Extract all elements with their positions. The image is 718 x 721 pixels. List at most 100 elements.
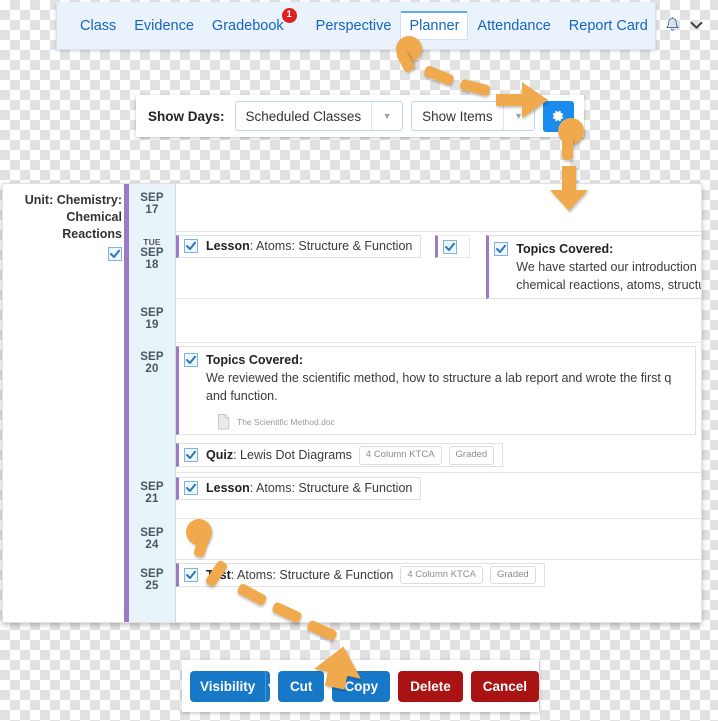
show-days-select[interactable]: Scheduled Classes ▼ <box>234 101 404 131</box>
unit-title: Unit: Chemistry: Chemical Reactions <box>24 193 122 241</box>
planner-item-label: Lesson: Atoms: Structure & Function <box>206 481 413 496</box>
planner-item-test[interactable]: Test: Atoms: Structure & Function 4 Colum… <box>176 563 545 587</box>
planner-item-lesson[interactable]: Lesson: Atoms: Structure & Function <box>176 477 422 500</box>
nav-tab-evidence[interactable]: Evidence <box>125 12 203 40</box>
planner-filter-toolbar: Show Days: Scheduled Classes ▼ Show Item… <box>136 95 584 137</box>
chevron-down-icon[interactable] <box>690 17 703 35</box>
planner-item-type: Lesson <box>206 239 250 254</box>
planner-item-label: Lesson: Atoms: Structure & Function <box>206 239 413 254</box>
date-day: 24 <box>145 539 159 551</box>
delete-button[interactable]: Delete <box>398 670 463 702</box>
screen: Class Evidence Gradebook 1 Perspective P… <box>0 0 718 721</box>
date-month: SEP <box>140 247 164 259</box>
planner-item-lesson[interactable]: Lesson: Atoms: Structure & Function <box>176 235 422 258</box>
item-checkbox[interactable] <box>184 567 198 582</box>
copy-button[interactable]: Copy <box>332 670 391 702</box>
planner-item-topics[interactable]: Topics Covered: We have started our intr… <box>486 235 702 300</box>
nav-tab-report-card[interactable]: Report Card <box>560 12 657 40</box>
date-dow: TUE <box>143 237 161 247</box>
date-cell-sep-24[interactable]: SEP 24 <box>129 519 175 560</box>
topics-body-line-1: We have started our introduction <box>516 260 697 274</box>
nav-tab-label: Class <box>80 17 117 34</box>
item-checkbox-wrap <box>184 352 198 370</box>
planner-days-grid: SEP 17 TUE SEP 18 SEP 19 SEP 20 SEP 21 S… <box>129 184 701 622</box>
visibility-button[interactable]: Visibility ▼ <box>190 670 270 702</box>
date-cell-sep-19[interactable]: SEP 19 <box>129 299 175 343</box>
nav-tab-label: Perspective <box>315 17 392 34</box>
date-cell-sep-17[interactable]: SEP 17 <box>129 184 175 232</box>
attachment[interactable]: The Scientific Method.doc <box>216 413 671 430</box>
date-day: 25 <box>145 580 159 592</box>
nav-tab-gradebook[interactable]: Gradebook 1 <box>203 7 297 40</box>
topics-title: Topics Covered: <box>516 242 614 256</box>
unit-checkbox[interactable] <box>108 246 122 261</box>
visibility-button-label: Visibility <box>190 670 266 702</box>
date-day: 17 <box>145 204 159 216</box>
date-month: SEP <box>140 307 164 319</box>
main-nav-bar: Class Evidence Gradebook 1 Perspective P… <box>56 2 703 50</box>
show-days-select-value: Scheduled Classes <box>245 108 362 124</box>
unit-checkbox-wrap <box>7 246 122 264</box>
item-checkbox-wrap <box>184 447 198 465</box>
item-checkbox-wrap <box>494 241 509 259</box>
day-row-sep-25: Test: Atoms: Structure & Function 4 Colum… <box>176 560 701 610</box>
item-checkbox[interactable] <box>184 447 198 462</box>
date-month: SEP <box>140 192 164 204</box>
attachment-filename: The Scientific Method.doc <box>237 416 335 427</box>
planner-item-type: Quiz <box>206 447 234 462</box>
date-month: SEP <box>140 481 164 493</box>
nav-tab-label: Evidence <box>134 17 194 34</box>
day-row-sep-21: Lesson: Atoms: Structure & Function <box>176 473 701 519</box>
item-checkbox-wrap <box>184 567 198 585</box>
planner-settings-gear-button[interactable] <box>542 100 574 132</box>
planner-grid-card: Unit: Chemistry: Chemical Reactions SEP … <box>2 183 702 623</box>
planner-item-title: Atoms: Structure & Function <box>237 567 394 582</box>
date-month: SEP <box>140 568 164 580</box>
show-items-select[interactable]: Show Items ▼ <box>411 101 535 131</box>
item-checkbox[interactable] <box>494 242 509 256</box>
planner-item-topics-full[interactable]: Topics Covered: We reviewed the scientif… <box>176 346 696 436</box>
item-badge-graded: Graded <box>490 565 536 585</box>
document-icon <box>218 414 230 430</box>
planner-item-label: Test: Atoms: Structure & Function 4 Colum… <box>206 565 536 585</box>
caret-down-icon: ▼ <box>371 102 402 130</box>
item-badge-rubric: 4 Column KTCA <box>400 565 483 585</box>
date-cell-sep-20[interactable]: SEP 20 <box>129 343 175 473</box>
date-cell-sep-21[interactable]: SEP 21 <box>129 473 175 519</box>
topics-body-line-1: We reviewed the scientific method, how t… <box>206 371 672 385</box>
nav-tab-label: Attendance <box>477 17 551 34</box>
nav-tab-perspective[interactable]: Perspective <box>307 12 401 40</box>
date-day: 20 <box>145 363 159 375</box>
planner-item-type: Test <box>206 567 231 582</box>
bell-icon[interactable] <box>665 17 680 34</box>
caret-down-icon[interactable]: ▼ <box>265 670 270 702</box>
nav-icon-group <box>665 17 703 35</box>
nav-tab-class[interactable]: Class <box>71 12 125 40</box>
item-badge-rubric: 4 Column KTCA <box>358 445 442 465</box>
item-checkbox-wrap <box>184 238 198 256</box>
cancel-button[interactable]: Cancel <box>470 670 539 702</box>
item-checkbox[interactable] <box>184 481 198 495</box>
gear-icon <box>552 110 564 122</box>
day-row-sep-19 <box>176 299 701 343</box>
nav-tab-label: Planner <box>409 18 460 34</box>
date-day: 19 <box>145 319 159 331</box>
cut-button[interactable]: Cut <box>277 670 325 702</box>
date-cell-sep-25[interactable]: SEP 25 <box>129 560 175 610</box>
date-month: SEP <box>140 351 164 363</box>
item-checkbox[interactable] <box>184 353 198 367</box>
nav-tab-planner[interactable]: Planner <box>400 11 469 40</box>
topics-block: Topics Covered: We reviewed the scientif… <box>206 351 671 430</box>
day-row-sep-20: Topics Covered: We reviewed the scientif… <box>176 343 701 473</box>
date-cell-sep-18[interactable]: TUE SEP 18 <box>129 232 175 299</box>
item-checkbox[interactable] <box>184 239 198 253</box>
date-column: SEP 17 TUE SEP 18 SEP 19 SEP 20 SEP 21 S… <box>129 184 176 622</box>
topics-block: Topics Covered: We have started our intr… <box>516 240 702 294</box>
topics-body-line-2: chemical reactions, atoms, structu <box>516 278 702 293</box>
nav-tab-attendance[interactable]: Attendance <box>468 12 559 40</box>
planner-item-quiz[interactable]: Quiz: Lewis Dot Diagrams 4 Column KTCA Gra… <box>176 443 504 468</box>
planner-item-label: Quiz: Lewis Dot Diagrams 4 Column KTCA Gra… <box>206 445 495 465</box>
gradebook-notification-badge: 1 <box>281 7 297 23</box>
item-checkbox[interactable] <box>442 239 457 254</box>
planner-item-mini[interactable] <box>434 235 470 258</box>
